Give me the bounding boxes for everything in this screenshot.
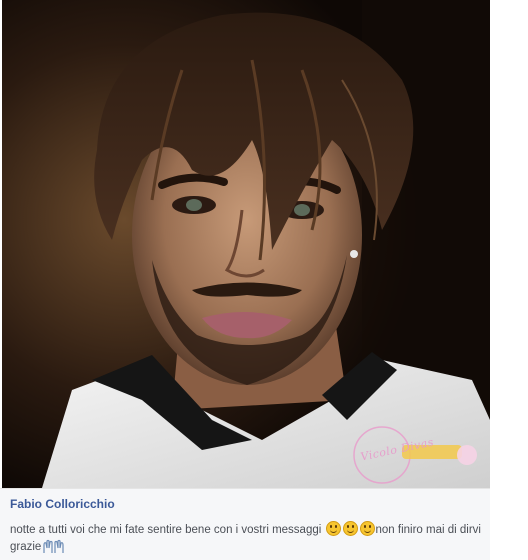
- social-post: Vicolo Divas Fabio Colloricchio notte a …: [0, 0, 528, 560]
- selfie-photo-illustration: [2, 0, 490, 488]
- author-name-link[interactable]: Fabio Colloricchio: [10, 497, 115, 511]
- raised-hands-icon: [41, 539, 67, 560]
- smiling-face-icon: [342, 521, 358, 536]
- post-caption: Fabio Colloricchio notte a tutti voi che…: [0, 488, 490, 560]
- post-photo[interactable]: Vicolo Divas: [2, 0, 490, 488]
- post-message: notte a tutti voi che mi fate sentire be…: [10, 521, 510, 560]
- blushing-face-icon: [359, 521, 375, 536]
- grinning-face-icon: [325, 521, 341, 536]
- message-text-part1: notte a tutti voi che mi fate sentire be…: [10, 524, 322, 536]
